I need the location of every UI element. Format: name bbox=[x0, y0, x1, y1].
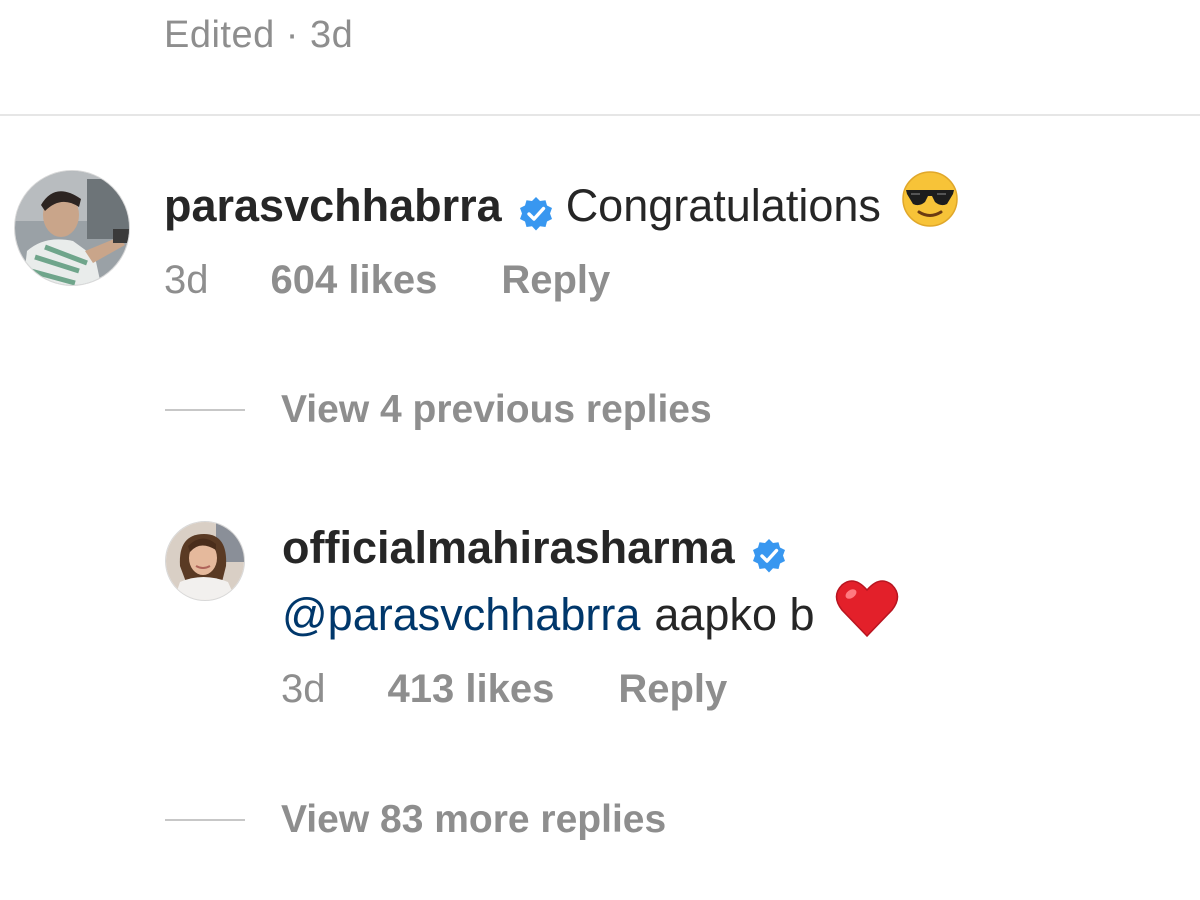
view-more-replies-label: View 83 more replies bbox=[281, 798, 667, 841]
verified-badge-icon bbox=[518, 189, 554, 230]
likes-count[interactable]: 604 likes bbox=[271, 258, 438, 303]
comment-username[interactable]: parasvchhabrra bbox=[164, 178, 502, 234]
reply-username-line: officialmahirasharma bbox=[282, 520, 799, 576]
likes-count[interactable]: 413 likes bbox=[388, 667, 555, 712]
view-previous-replies-label: View 4 previous replies bbox=[281, 388, 712, 431]
reply-thread-line bbox=[165, 819, 245, 821]
smiling-face-with-sunglasses-icon bbox=[901, 170, 959, 241]
view-more-replies-button[interactable]: View 83 more replies bbox=[165, 798, 666, 842]
comment-text: aapko b bbox=[654, 588, 815, 640]
comment-line: parasvchhabrra Congratulations bbox=[164, 170, 959, 241]
comment-username[interactable]: officialmahirasharma bbox=[282, 520, 735, 576]
reply-text-line: @parasvchhabrra aapko b bbox=[282, 578, 899, 651]
avatar[interactable] bbox=[14, 170, 130, 286]
red-heart-icon bbox=[835, 578, 899, 651]
mention-link[interactable]: @parasvchhabrra bbox=[282, 587, 640, 643]
avatar[interactable] bbox=[165, 521, 245, 601]
comment-meta: 3d 604 likes Reply bbox=[164, 258, 610, 303]
view-previous-replies-button[interactable]: View 4 previous replies bbox=[165, 388, 712, 432]
reply-button[interactable]: Reply bbox=[501, 258, 610, 303]
reply-button[interactable]: Reply bbox=[618, 667, 727, 712]
comment-time: 3d bbox=[164, 258, 209, 302]
edited-timestamp: Edited · 3d bbox=[164, 14, 354, 56]
comment-meta: 3d 413 likes Reply bbox=[281, 667, 727, 712]
reply-thread-line bbox=[165, 409, 245, 411]
comment-time: 3d bbox=[281, 667, 326, 711]
comment-text: Congratulations bbox=[565, 179, 881, 231]
verified-badge-icon bbox=[751, 531, 787, 573]
divider bbox=[0, 114, 1200, 116]
